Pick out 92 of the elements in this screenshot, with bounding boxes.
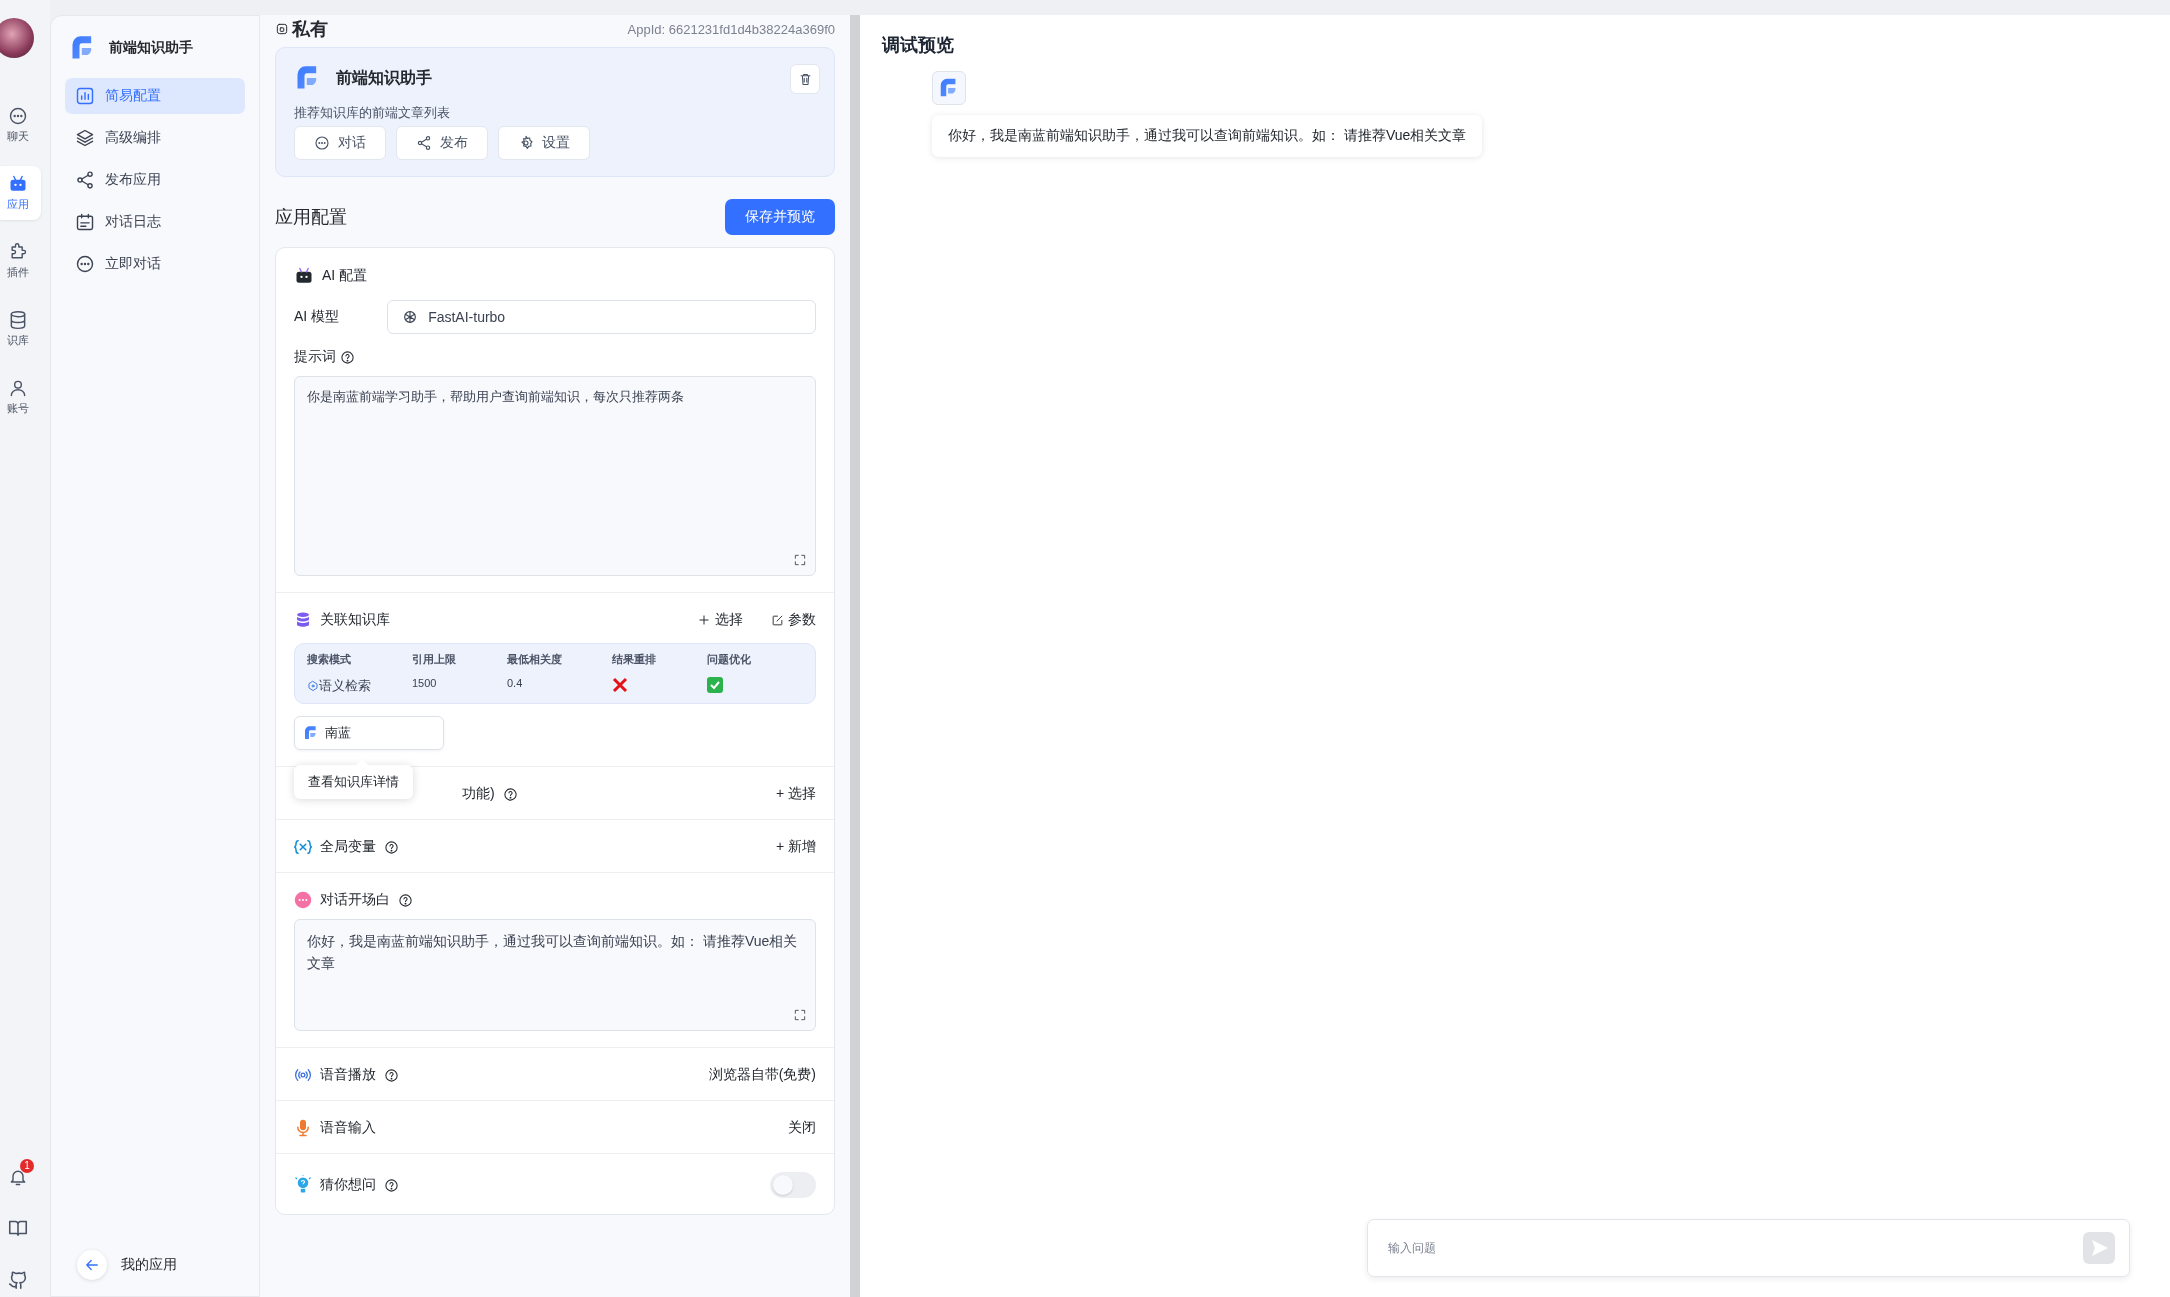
option-value[interactable]: 浏览器自带(免费) [708, 1066, 816, 1084]
option-value[interactable]: 关闭 [788, 1119, 816, 1137]
sidebar-item[interactable]: 简易配置 [65, 78, 245, 114]
question-input[interactable]: 输入问题 [1367, 1219, 2130, 1277]
sidebar-item[interactable]: 发布应用 [65, 162, 245, 198]
back-button[interactable] [77, 1250, 107, 1280]
column-header: 引用上限 [412, 652, 457, 667]
rail-item[interactable]: 应用 [0, 166, 41, 220]
table-cell-text: 1500 [412, 677, 438, 691]
section-label: 语音输入 [320, 1119, 376, 1137]
edit-icon [771, 613, 784, 627]
table-cell-text: 0.4 [507, 677, 524, 691]
section-label: 语音播放 [320, 1066, 376, 1084]
section-title: 应用配置 [275, 206, 347, 229]
app-id: AppId: 6621231fd1d4b38224a369f0 [627, 21, 835, 37]
plugin-icon [8, 242, 28, 262]
section-label: 全局变量 [320, 838, 376, 856]
database-icon [294, 611, 312, 629]
panel-title: 调试预览 [882, 34, 955, 57]
layers-icon [75, 128, 95, 148]
expand-icon [793, 1008, 807, 1022]
chat-icon [8, 106, 28, 126]
params-button[interactable]: 参数 [771, 611, 816, 629]
save-button[interactable]: 保存并预览 [725, 199, 835, 235]
github-icon [7, 1269, 29, 1291]
section-label: 关联知识库 [320, 611, 390, 629]
back-label[interactable]: 我的应用 [121, 1256, 177, 1274]
sidebar-item[interactable]: 对话日志 [65, 204, 245, 240]
chat-icon [314, 135, 330, 151]
log-icon [75, 212, 95, 232]
app-description: 推荐知识库的前端文章列表 [294, 104, 451, 122]
table-cell: 语义检索 [319, 677, 371, 695]
welcome-icon [294, 891, 312, 909]
visibility-label: 私有 [292, 18, 328, 41]
avatar[interactable] [0, 18, 34, 58]
app-name: 前端知识助手 [336, 67, 432, 88]
dataset-logo [303, 725, 319, 741]
column-header: 搜索模式 [307, 652, 352, 667]
field-label: 提示词 [294, 348, 336, 366]
share-icon [416, 135, 432, 151]
settings-button[interactable]: 设置 [498, 126, 590, 160]
app-name: 前端知识助手 [109, 39, 193, 57]
search-mode-icon [307, 680, 319, 692]
help-icon [384, 1177, 399, 1193]
rail-item[interactable]: 聊天 [0, 98, 41, 152]
tts-icon [294, 1066, 312, 1084]
share-button[interactable]: 发布 [396, 126, 488, 160]
app-icon [8, 174, 28, 194]
robot-icon [294, 266, 314, 286]
dataset-chip[interactable]: 南蓝 [294, 716, 444, 750]
toggle-switch[interactable] [770, 1172, 816, 1198]
chat-icon [75, 254, 95, 274]
help-icon [340, 349, 355, 365]
sidebar-item[interactable]: 立即对话 [65, 246, 245, 282]
dataset-icon [8, 310, 28, 330]
section-label: 猜你想问 [320, 1176, 376, 1194]
plus-icon [697, 613, 711, 627]
variables-icon [294, 839, 312, 855]
select-button[interactable]: 选择 [697, 611, 743, 629]
rail-item[interactable]: 识库 [0, 302, 41, 356]
voice-icon [294, 1119, 312, 1137]
delete-button[interactable] [790, 64, 820, 94]
section-label: 对话开场白 [320, 891, 390, 909]
model-select[interactable]: FastAI-turbo [387, 300, 816, 334]
settings-icon [518, 135, 534, 151]
field-label: AI 模型 [294, 308, 340, 326]
help-icon [502, 786, 518, 802]
account-icon [8, 378, 28, 398]
add-button[interactable]: + 选择 [775, 785, 816, 803]
guide-icon [294, 1175, 312, 1195]
help-icon [384, 839, 399, 855]
help-icon [384, 1067, 399, 1083]
column-header: 最低相关度 [507, 652, 563, 667]
add-button[interactable]: + 新增 [775, 838, 816, 856]
chat-bubble: 你好，我是南蓝前端知识助手，通过我可以查询前端知识。如： 请推荐Vue相关文章 [932, 115, 1483, 157]
help-icon [398, 892, 413, 908]
welcome-field[interactable]: 你好，我是南蓝前端知识助手，通过我可以查询前端知识。如： 请推荐Vue相关文章 [294, 919, 816, 1031]
column-header: 问题优化 [707, 652, 752, 667]
lock-icon [275, 22, 289, 36]
share-icon [75, 170, 95, 190]
column-header: 结果重排 [612, 652, 657, 667]
chat-button[interactable]: 对话 [294, 126, 386, 160]
rail-item[interactable]: 插件 [0, 234, 41, 288]
notification-badge: 1 [20, 1159, 34, 1173]
chart-icon [75, 86, 95, 106]
prompt-field[interactable]: 你是南蓝前端学习助手，帮助用户查询前端知识，每次只推荐两条 [294, 376, 816, 576]
sidebar-item[interactable]: 高级编排 [65, 120, 245, 156]
model-icon [402, 309, 419, 325]
section-label: 功能) [462, 785, 495, 803]
rail-item[interactable]: 账号 [0, 370, 41, 424]
expand-icon [793, 553, 807, 567]
section-label: AI 配置 [322, 267, 368, 285]
